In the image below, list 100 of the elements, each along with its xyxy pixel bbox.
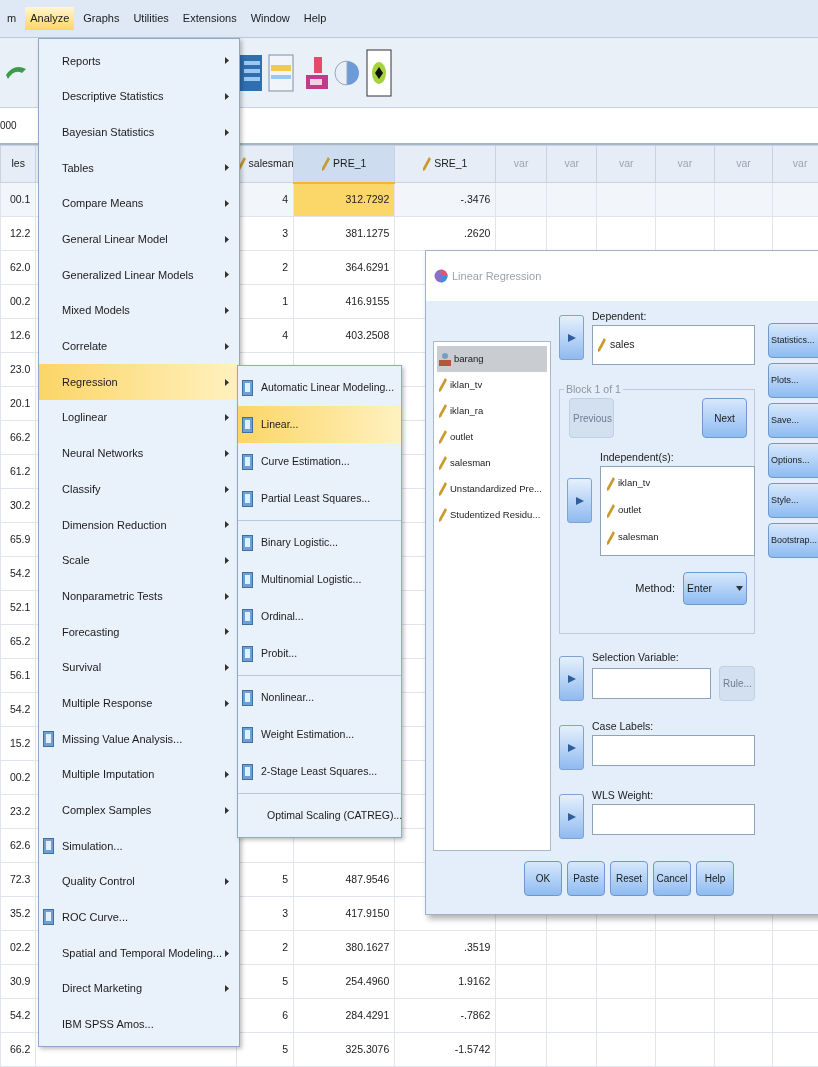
- table-cell: 62.6: [0, 828, 36, 863]
- grid-icon: [240, 54, 262, 91]
- menu-item[interactable]: Linear...: [238, 406, 401, 443]
- menu-item[interactable]: IBM SPSS Amos...: [39, 1006, 239, 1043]
- menu-item[interactable]: Classify: [39, 471, 239, 507]
- input-field[interactable]: [592, 668, 711, 699]
- column-header[interactable]: PRE_1: [293, 145, 395, 183]
- input-field[interactable]: [592, 804, 755, 835]
- dialog-button[interactable]: Style...: [768, 483, 818, 518]
- dialog-button[interactable]: Plots...: [768, 363, 818, 398]
- menu-item[interactable]: Generalized Linear Models: [39, 257, 239, 293]
- menu-item[interactable]: Missing Value Analysis...: [39, 721, 239, 757]
- menu-item[interactable]: Binary Logistic...: [238, 524, 401, 561]
- table-cell: 325.3076: [293, 1032, 395, 1067]
- table-cell: 380.1627: [293, 930, 395, 965]
- input-field[interactable]: sales: [592, 325, 755, 365]
- dialog-button[interactable]: Save...: [768, 403, 818, 438]
- menu-item[interactable]: Multiple Response: [39, 685, 239, 722]
- table-cell: 54.2: [0, 998, 36, 1033]
- menu-item[interactable]: Help: [298, 7, 332, 30]
- menu-item[interactable]: Utilities: [128, 7, 174, 30]
- pencil-icon: [598, 338, 606, 352]
- list-item[interactable]: outlet: [437, 424, 547, 450]
- arrow-right-icon: [566, 673, 577, 684]
- pencil-icon: [439, 430, 447, 444]
- list-item[interactable]: iklan_ra: [437, 398, 547, 424]
- dialog-button[interactable]: Bootstrap...: [768, 523, 818, 558]
- menu-item[interactable]: General Linear Model: [39, 221, 239, 258]
- dialog-button[interactable]: Cancel: [653, 861, 691, 896]
- dialog-button[interactable]: Paste: [567, 861, 605, 896]
- dialog-button[interactable]: Statistics...: [768, 323, 818, 358]
- menu-item[interactable]: Window: [245, 7, 295, 30]
- menu-item[interactable]: Neural Networks: [39, 435, 239, 472]
- menu-item[interactable]: Dimension Reduction: [39, 506, 239, 543]
- variable-list[interactable]: barang iklan_tv iklan_ra outlet salesman Unstandardized Pre... Studentized Residu...: [433, 341, 551, 851]
- column-header[interactable]: les: [0, 145, 36, 183]
- move-button[interactable]: [567, 478, 592, 523]
- menu-item[interactable]: Curve Estimation...: [238, 443, 401, 480]
- table-cell: 54.2: [0, 692, 36, 727]
- list-item[interactable]: Unstandardized Pre...: [437, 476, 547, 502]
- menu-item[interactable]: 2-Stage Least Squares...: [238, 753, 401, 790]
- dialog-button[interactable]: Reset: [610, 861, 648, 896]
- list-item[interactable]: Studentized Residu...: [437, 502, 547, 528]
- list-item[interactable]: iklan_tv: [605, 470, 750, 497]
- list-item[interactable]: outlet: [605, 497, 750, 524]
- menu-item[interactable]: Compare Means: [39, 185, 239, 222]
- menu-item[interactable]: Bayesian Statistics: [39, 114, 239, 151]
- menu-item[interactable]: Regression: [39, 364, 239, 400]
- menu-item[interactable]: Forecasting: [39, 614, 239, 650]
- list-item[interactable]: barang: [437, 346, 547, 372]
- menu-item[interactable]: Spatial and Temporal Modeling...: [39, 935, 239, 971]
- submenu-arrow-icon: [225, 556, 229, 564]
- menu-item[interactable]: Optimal Scaling (CATREG)...: [238, 797, 401, 834]
- menu-item[interactable]: Loglinear: [39, 399, 239, 436]
- menu-item[interactable]: Weight Estimation...: [238, 716, 401, 753]
- menu-item[interactable]: Multinomial Logistic...: [238, 561, 401, 598]
- panel-icon: [242, 689, 253, 706]
- menu-item[interactable]: m: [2, 7, 22, 30]
- menu-item[interactable]: Ordinal...: [238, 598, 401, 635]
- list-item[interactable]: iklan_tv: [437, 372, 547, 398]
- window-title: Linear Regression: [452, 268, 542, 284]
- list-item[interactable]: salesman: [605, 524, 750, 551]
- next-button[interactable]: Next: [702, 398, 747, 438]
- move-button[interactable]: [559, 656, 584, 701]
- menu-item[interactable]: ROC Curve...: [39, 899, 239, 936]
- dialog-button[interactable]: OK: [524, 861, 562, 896]
- pencil-icon: [423, 157, 432, 172]
- menu-item[interactable]: Correlate: [39, 328, 239, 365]
- move-button[interactable]: [559, 794, 584, 839]
- menu-item[interactable]: Extensions: [177, 7, 242, 30]
- menu-item[interactable]: Probit...: [238, 635, 401, 672]
- menu-item[interactable]: Nonparametric Tests: [39, 578, 239, 614]
- method-dropdown[interactable]: Enter: [683, 572, 747, 605]
- menu-item[interactable]: Multiple Imputation: [39, 756, 239, 793]
- menu-item[interactable]: Survival: [39, 649, 239, 686]
- menu-item[interactable]: Partial Least Squares...: [238, 480, 401, 517]
- menu-item[interactable]: Automatic Linear Modeling...: [238, 369, 401, 406]
- move-button[interactable]: [559, 725, 584, 770]
- submenu-arrow-icon: [225, 699, 229, 707]
- menu-item[interactable]: Direct Marketing: [39, 970, 239, 1007]
- menu-item[interactable]: Tables: [39, 150, 239, 186]
- list-item[interactable]: salesman: [437, 450, 547, 476]
- menu-item[interactable]: Analyze: [25, 7, 75, 30]
- menu-item[interactable]: Scale: [39, 542, 239, 579]
- menu-item[interactable]: Mixed Models: [39, 292, 239, 329]
- menu-item[interactable]: Quality Control: [39, 863, 239, 900]
- independents-list[interactable]: iklan_tv outlet salesman: [600, 466, 755, 556]
- panel-icon: [242, 379, 253, 396]
- move-button[interactable]: [559, 315, 584, 360]
- submenu-arrow-icon: [225, 771, 229, 779]
- dialog-button[interactable]: Help: [696, 861, 734, 896]
- dialog-button[interactable]: Options...: [768, 443, 818, 478]
- menu-item[interactable]: Descriptive Statistics: [39, 78, 239, 115]
- submenu-arrow-icon: [225, 878, 229, 886]
- menu-item[interactable]: Graphs: [78, 7, 125, 30]
- menu-item[interactable]: Reports: [39, 43, 239, 79]
- submenu-arrow-icon: [225, 628, 229, 636]
- menu-item[interactable]: Nonlinear...: [238, 679, 401, 716]
- input-field[interactable]: [592, 735, 755, 766]
- column-header[interactable]: SRE_1: [394, 145, 496, 183]
